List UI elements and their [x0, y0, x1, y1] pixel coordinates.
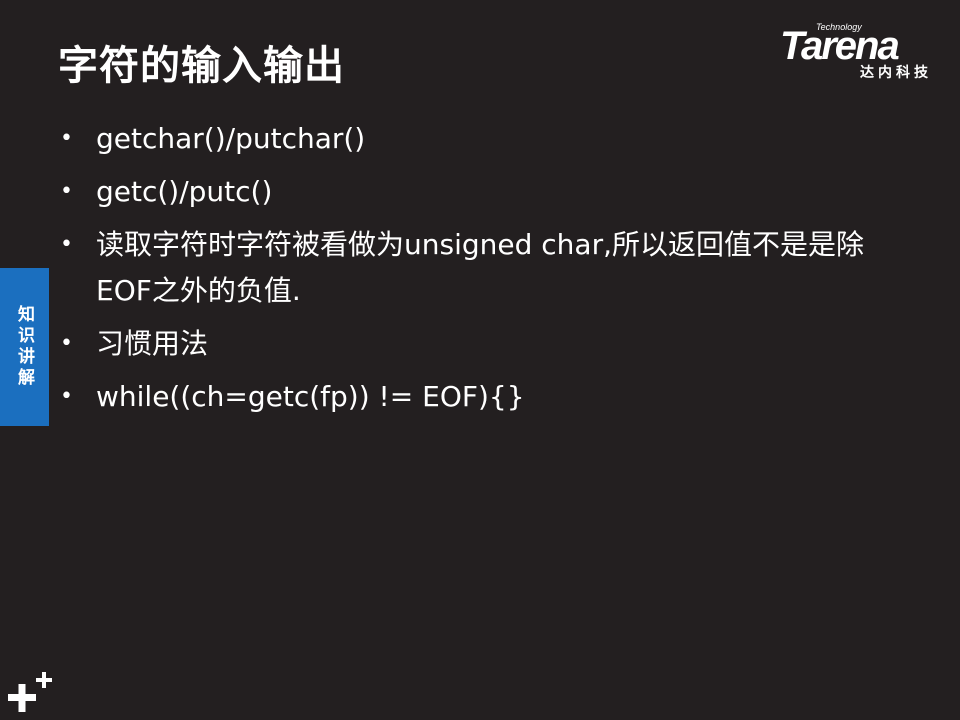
- bullet-text: 读取字符时字符被看做为unsigned char,所以返回值不是是除EOF之外的…: [96, 228, 864, 307]
- logo-chinese: 达内科技: [860, 65, 932, 81]
- slide: 字符的输入输出 Technology Tarena 达内科技 知识讲解 • ge…: [0, 0, 960, 720]
- bullet-item: • 习惯用法: [60, 321, 880, 367]
- bullet-text: getc()/putc(): [96, 175, 273, 208]
- bullet-dot-icon: •: [60, 331, 73, 356]
- bullet-dot-icon: •: [60, 232, 73, 257]
- bullet-text: getchar()/putchar(): [96, 122, 366, 155]
- bullet-list: • getchar()/putchar() • getc()/putc() • …: [60, 116, 880, 427]
- plus-decoration-icon: [8, 672, 52, 712]
- bullet-item: • getchar()/putchar(): [60, 116, 880, 162]
- bullet-dot-icon: •: [60, 126, 73, 151]
- bullet-dot-icon: •: [60, 179, 73, 204]
- slide-title: 字符的输入输出: [58, 43, 345, 89]
- bullet-text: while((ch=getc(fp)) != EOF){}: [96, 380, 525, 413]
- bullet-item: • getc()/putc(): [60, 169, 880, 215]
- bullet-text: 习惯用法: [96, 327, 209, 360]
- tarena-logo: Technology Tarena 达内科技: [780, 22, 948, 82]
- bullet-item: • 读取字符时字符被看做为unsigned char,所以返回值不是是除EOF之…: [60, 222, 880, 314]
- bullet-item: • while((ch=getc(fp)) != EOF){}: [60, 374, 880, 420]
- bullet-dot-icon: •: [60, 384, 73, 409]
- side-tab: 知识讲解: [0, 268, 49, 426]
- side-tab-label: 知识讲解: [14, 305, 34, 389]
